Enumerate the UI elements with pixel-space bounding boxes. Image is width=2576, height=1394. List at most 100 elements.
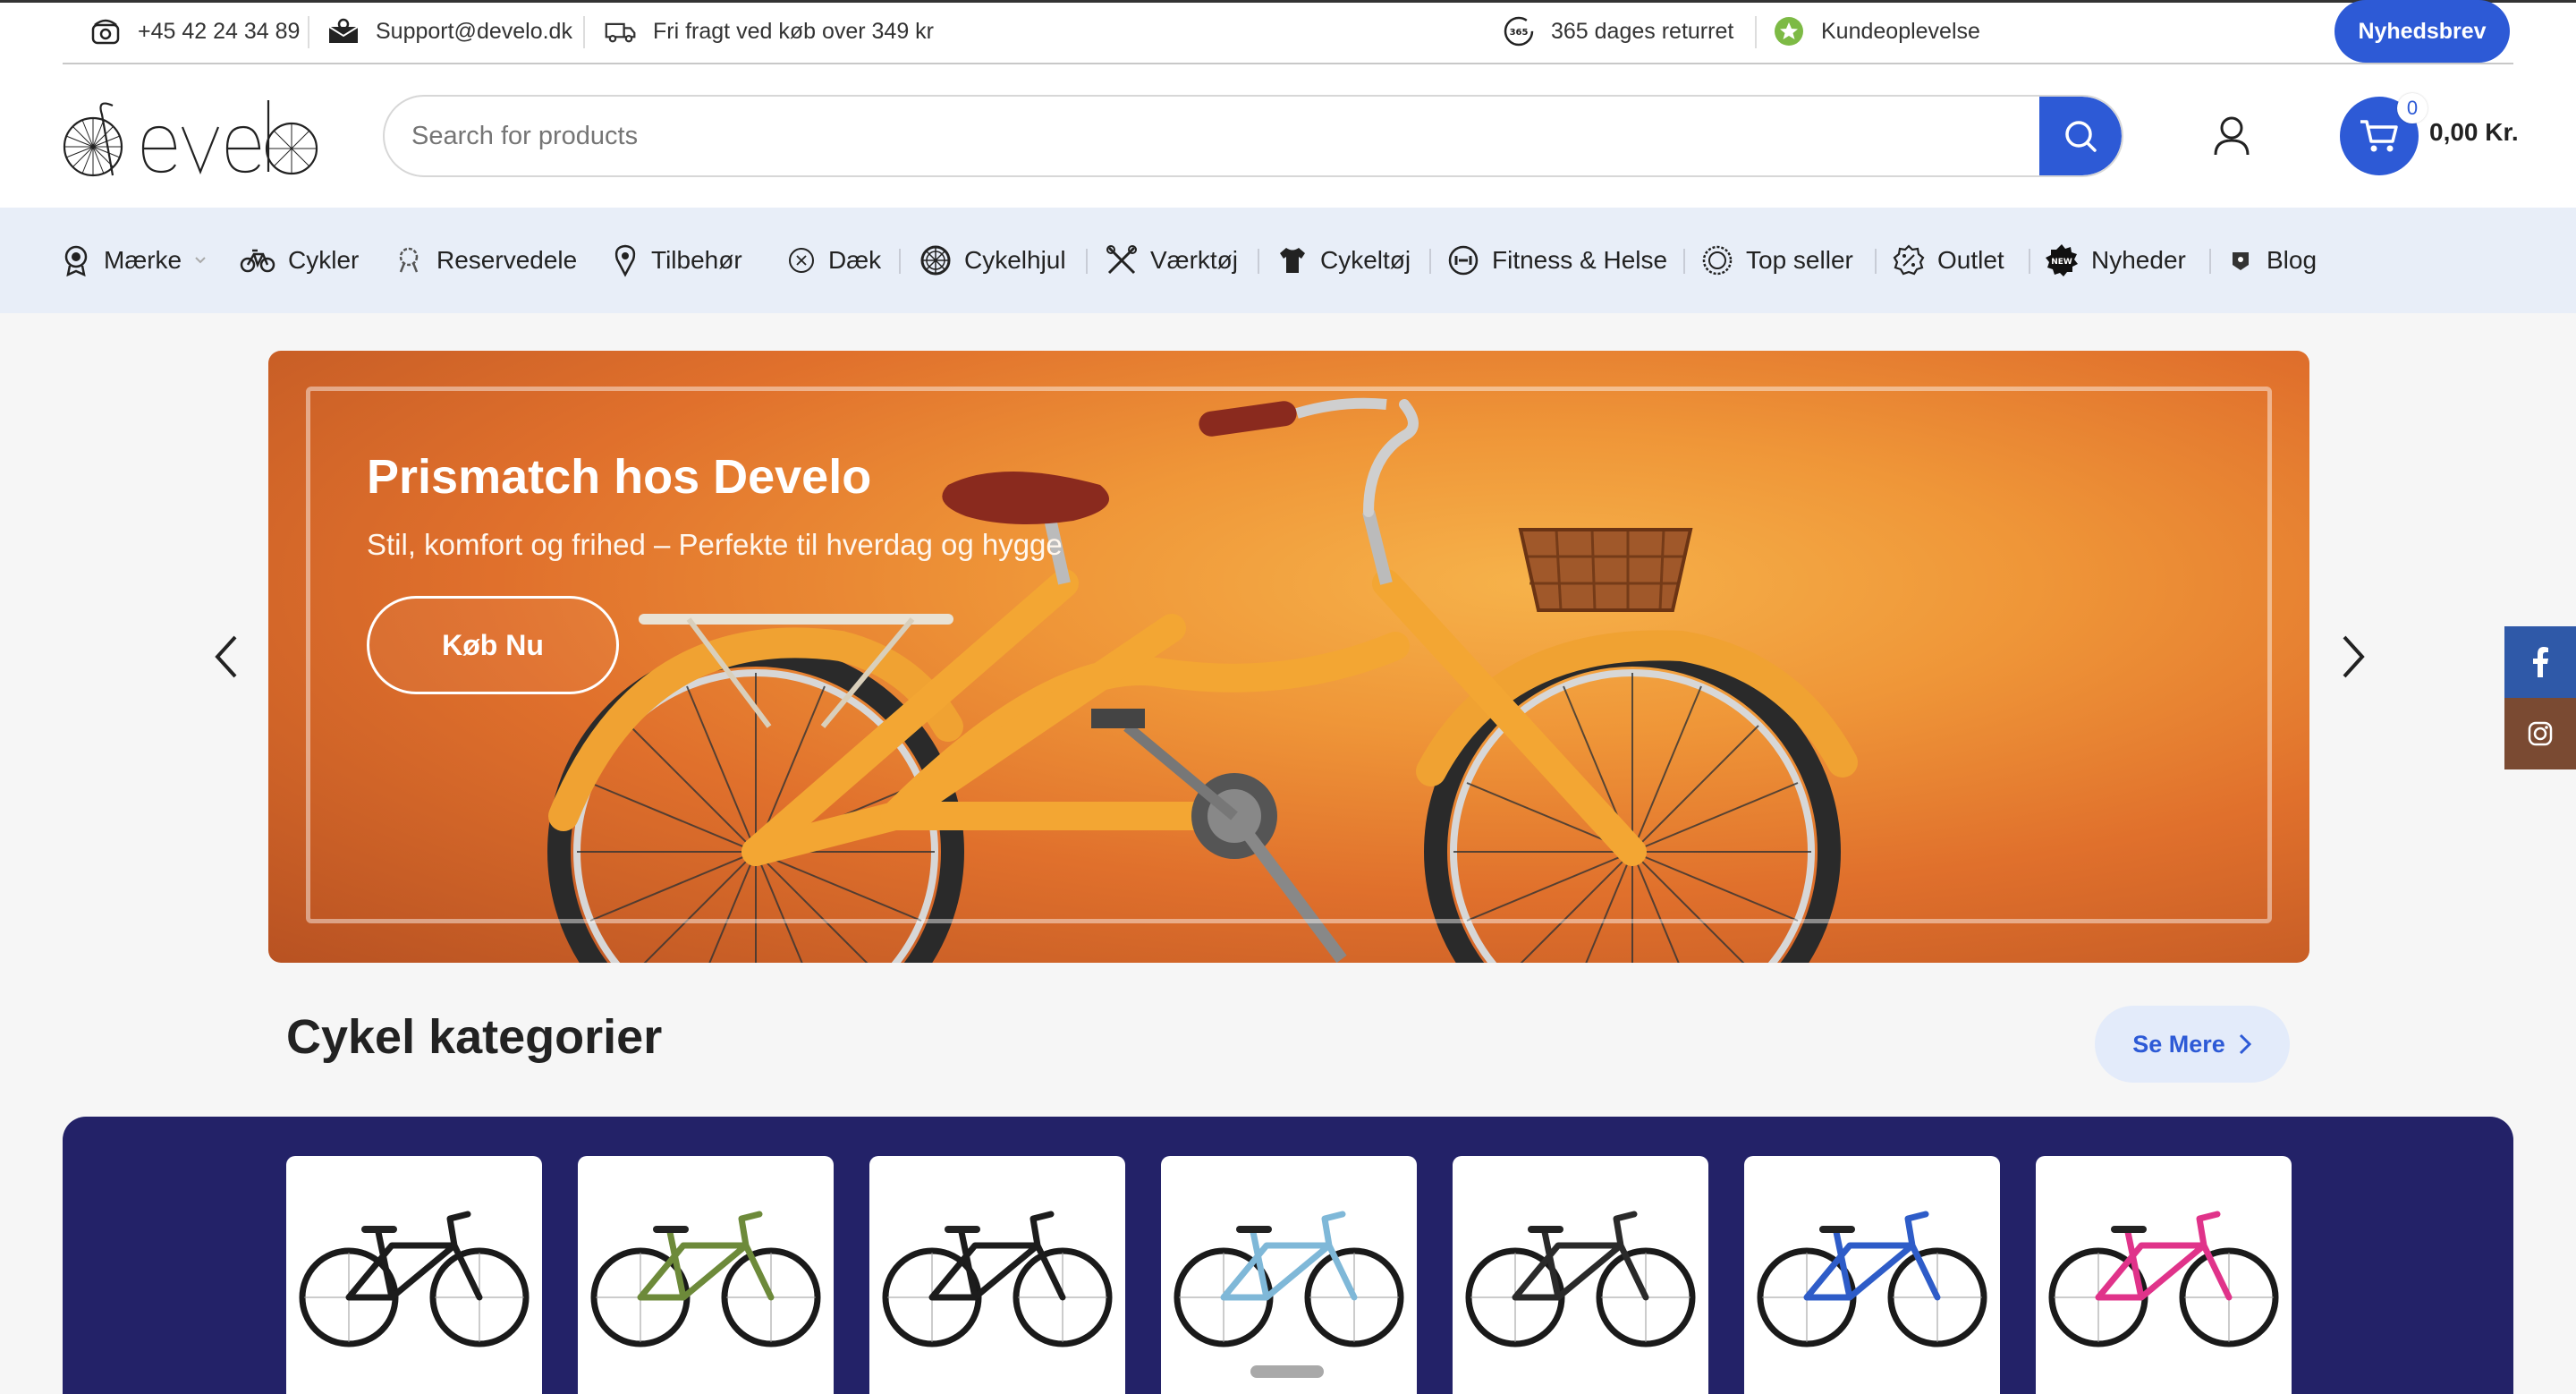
account-button[interactable] xyxy=(2209,109,2254,163)
divider xyxy=(1875,249,1877,274)
shipping-info: Fri fragt ved køb over 349 kr xyxy=(605,0,934,63)
divider xyxy=(1755,16,1757,48)
nav-item-fitness[interactable]: Fitness & Helse xyxy=(1447,208,1667,313)
bicycle-icon xyxy=(1174,1211,1404,1347)
facebook-button[interactable] xyxy=(2504,626,2576,698)
category-card[interactable] xyxy=(578,1156,834,1394)
nav-item-blog[interactable]: Blog xyxy=(2227,208,2317,313)
phone-number: +45 42 24 34 89 xyxy=(138,18,301,44)
bicycle-icon xyxy=(2048,1211,2279,1347)
wheel-icon xyxy=(920,245,951,276)
nav-item-tilbehor[interactable]: Tilbehør xyxy=(612,208,742,313)
scroll-indicator[interactable] xyxy=(1250,1365,1324,1378)
bicycle-icon xyxy=(590,1211,821,1347)
category-card[interactable] xyxy=(286,1156,542,1394)
nav-label: Fitness & Helse xyxy=(1492,246,1668,274)
bicycle-icon xyxy=(1757,1211,1987,1347)
see-more-button[interactable]: Se Mere xyxy=(2095,1006,2290,1083)
returns-text: 365 dages returret xyxy=(1551,18,1734,44)
divider xyxy=(899,249,901,274)
svg-text:365: 365 xyxy=(1510,28,1529,38)
newsletter-button[interactable]: Nyhedsbrev xyxy=(2334,0,2510,63)
section-title: Cykel kategorier xyxy=(286,1010,663,1064)
category-card[interactable] xyxy=(1161,1156,1417,1394)
cart-total[interactable]: 0,00 Kr. xyxy=(2429,118,2519,147)
phone-link[interactable]: +45 42 24 34 89 xyxy=(89,0,300,63)
hero-subtitle: Stil, komfort og frihed – Perfekte til h… xyxy=(367,528,1063,561)
bicycle-icon xyxy=(1465,1211,1696,1347)
nav-label: Top seller xyxy=(1746,246,1853,274)
search-bar xyxy=(383,95,2123,177)
buy-now-button[interactable]: Køb Nu xyxy=(367,596,619,694)
bicycle-icon xyxy=(240,249,275,273)
divider xyxy=(2029,249,2030,274)
email-address: Support@develo.dk xyxy=(376,18,572,44)
carousel-next-button[interactable] xyxy=(2327,626,2381,687)
chevron-right-icon xyxy=(2239,1033,2251,1055)
nav-label: Tilbehør xyxy=(651,246,742,274)
nav-label: Blog xyxy=(2267,246,2318,274)
divider xyxy=(1683,249,1685,274)
nav-label: Outlet xyxy=(1937,246,2004,274)
star-icon xyxy=(1773,15,1805,47)
medal-icon xyxy=(64,245,88,276)
parts-icon xyxy=(399,247,419,273)
experience-link[interactable]: Kundeoplevelse xyxy=(1773,0,1980,63)
category-card[interactable] xyxy=(869,1156,1125,1394)
category-card[interactable] xyxy=(1453,1156,1708,1394)
divider xyxy=(1086,249,1088,274)
develo-logo-icon xyxy=(63,100,318,177)
nav-item-top-seller[interactable]: Top seller xyxy=(1701,208,1853,313)
nav-item-reservedele[interactable]: Reservedele xyxy=(394,208,577,313)
divider xyxy=(2209,249,2211,274)
search-button[interactable] xyxy=(2039,97,2122,175)
search-input[interactable] xyxy=(411,97,2021,175)
facebook-icon xyxy=(2533,647,2548,677)
nav-item-outlet[interactable]: Outlet xyxy=(1893,208,2004,313)
nav-label: Mærke xyxy=(104,246,182,274)
nav-label: Cykelhjul xyxy=(964,246,1066,274)
nav-label: Cykler xyxy=(288,246,360,274)
nav-item-maerke[interactable]: Mærke xyxy=(61,208,207,313)
cart-icon xyxy=(2360,120,2398,152)
category-card[interactable] xyxy=(1744,1156,2000,1394)
user-icon xyxy=(2214,116,2250,156)
tools-icon xyxy=(1106,245,1137,275)
email-link[interactable]: Support@develo.dk xyxy=(327,0,572,63)
category-card[interactable] xyxy=(2036,1156,2292,1394)
pin-icon xyxy=(614,244,636,277)
truck-icon xyxy=(605,15,637,47)
divider xyxy=(1258,249,1259,274)
nav-item-vaerktoj[interactable]: Værktøj xyxy=(1106,208,1238,313)
nav-label: Dæk xyxy=(828,246,882,274)
nav-item-nyheder[interactable]: NEW Nyheder xyxy=(2045,208,2186,313)
return-365-icon: 365 xyxy=(1503,15,1535,47)
hero-title: Prismatch hos Develo xyxy=(367,450,872,504)
logo[interactable] xyxy=(61,97,320,177)
badge-icon xyxy=(1702,245,1733,276)
nav-label: Nyheder xyxy=(2091,246,2186,274)
nav-item-daek[interactable]: Dæk xyxy=(787,208,881,313)
chevron-right-icon xyxy=(2343,635,2365,678)
nav-item-cykelhjul[interactable]: Cykelhjul xyxy=(919,208,1066,313)
instagram-button[interactable] xyxy=(2504,698,2576,769)
tire-icon xyxy=(789,248,814,273)
returns-info: 365 365 dages returret xyxy=(1503,0,1733,63)
phone-icon xyxy=(89,15,122,47)
bicycle-icon xyxy=(299,1211,530,1347)
bicycle-icon xyxy=(882,1211,1113,1347)
search-icon xyxy=(2065,121,2097,152)
nav-label: Værktøj xyxy=(1150,246,1238,274)
chevron-left-icon xyxy=(215,635,237,678)
instagram-icon xyxy=(2528,721,2553,746)
discount-icon xyxy=(1893,244,1925,276)
mail-icon xyxy=(327,15,360,47)
carousel-prev-button[interactable] xyxy=(199,626,252,687)
jersey-icon xyxy=(1280,248,1305,273)
divider xyxy=(308,16,309,48)
nav-item-cykeltoj[interactable]: Cykeltøj xyxy=(1277,208,1411,313)
new-badge-icon: NEW xyxy=(2046,244,2078,276)
dumbbell-icon xyxy=(1448,245,1479,276)
shipping-text: Fri fragt ved køb over 349 kr xyxy=(653,18,935,44)
nav-item-cykler[interactable]: Cykler xyxy=(240,208,359,313)
